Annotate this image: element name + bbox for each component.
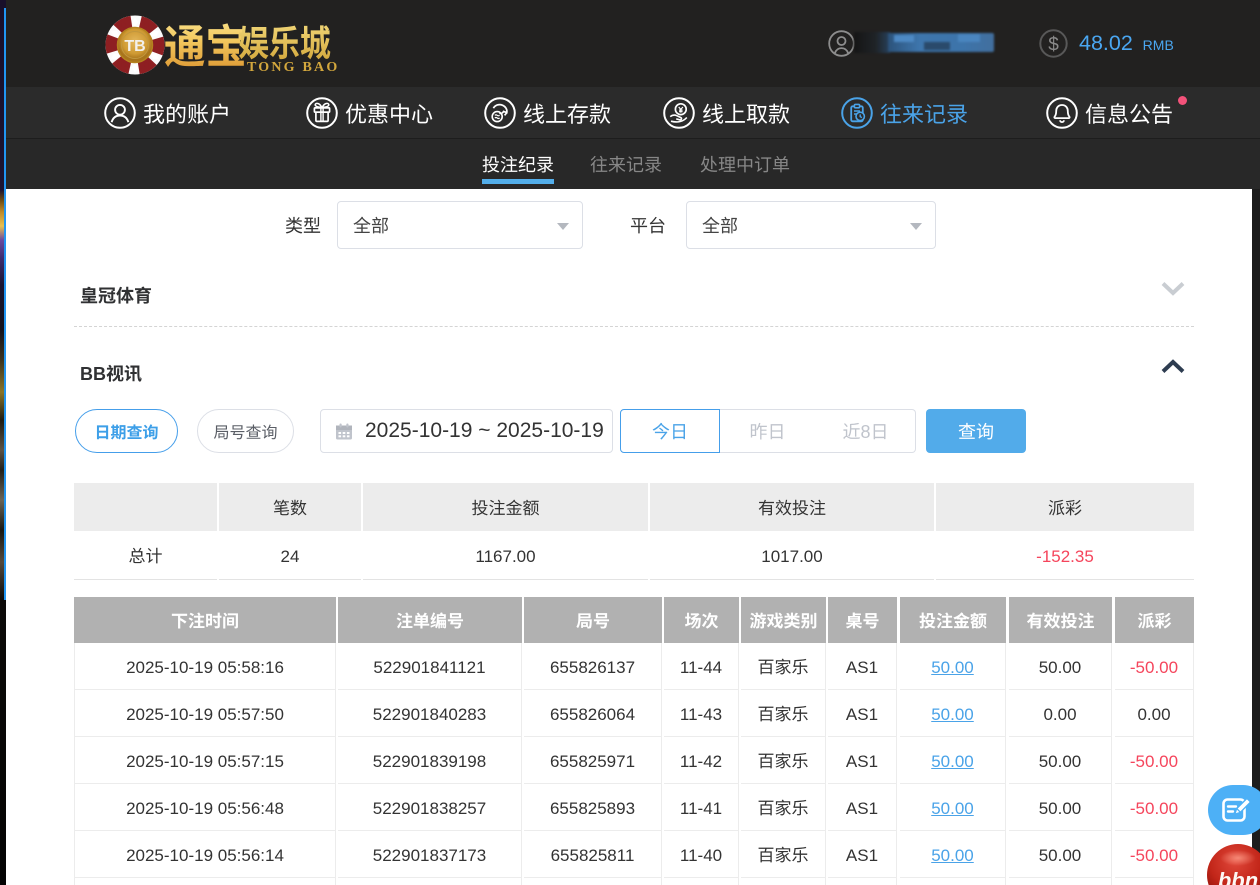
svg-text:$: $ [1048,35,1059,56]
svg-text:通宝: 通宝 [164,12,247,77]
svg-text:TONG BAO: TONG BAO [247,60,339,75]
svg-text:娱乐城: 娱乐城 [238,14,331,67]
svg-text:TB: TB [124,38,145,55]
